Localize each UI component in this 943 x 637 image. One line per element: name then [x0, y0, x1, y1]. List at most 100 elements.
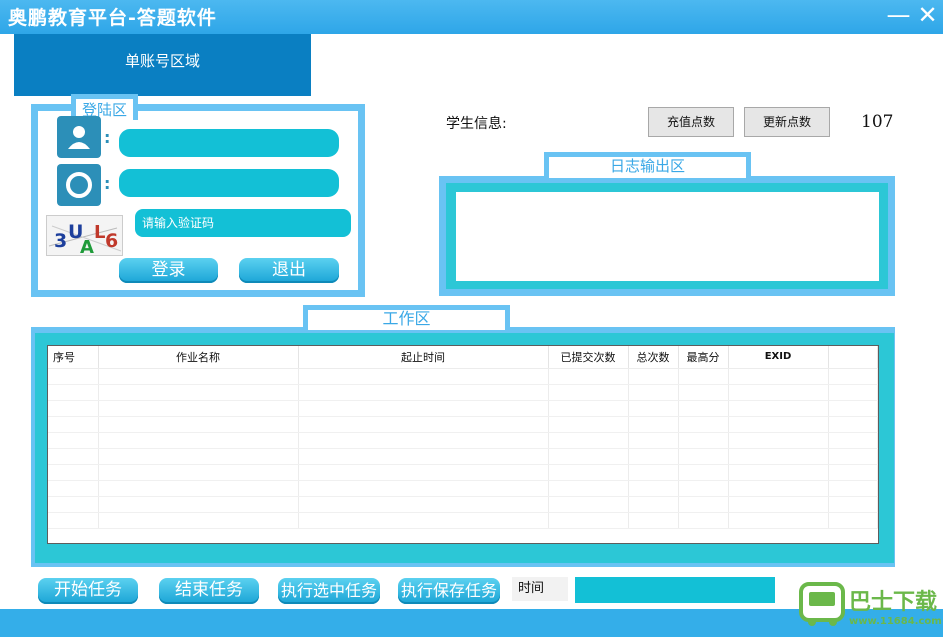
table-cell	[728, 384, 829, 401]
close-button[interactable]: ✕	[913, 0, 942, 32]
table-cell	[678, 432, 729, 449]
table-cell	[98, 512, 299, 529]
table-cell	[548, 432, 629, 449]
table-cell	[98, 432, 299, 449]
column-header[interactable]: EXID	[728, 346, 829, 369]
captcha-input[interactable]: 请输入验证码	[135, 209, 351, 237]
table-cell	[48, 368, 99, 385]
username-colon: :	[104, 128, 111, 147]
table-cell	[548, 480, 629, 497]
work-panel-title: 工作区	[303, 305, 510, 330]
table-row[interactable]	[48, 400, 878, 417]
table-cell	[628, 480, 679, 497]
table-row[interactable]	[48, 512, 878, 529]
table-cell	[548, 448, 629, 465]
table-cell	[48, 512, 99, 529]
table-cell	[678, 448, 729, 465]
table-row[interactable]	[48, 480, 878, 497]
table-cell	[728, 448, 829, 465]
table-cell	[98, 496, 299, 513]
login-button[interactable]: 登录	[119, 258, 218, 283]
minimize-button[interactable]: —	[884, 0, 913, 32]
run-selected-task-button[interactable]: 执行选中任务	[278, 578, 380, 604]
student-info-label: 学生信息:	[446, 116, 507, 132]
points-value: 107	[861, 112, 894, 132]
table-cell	[828, 480, 878, 497]
table-cell	[628, 400, 679, 417]
table-row[interactable]	[48, 416, 878, 433]
column-header[interactable]: 作业名称	[98, 346, 299, 369]
table-cell	[728, 416, 829, 433]
log-panel-title: 日志输出区	[544, 152, 751, 178]
table-cell	[48, 416, 99, 433]
column-header[interactable]: 总次数	[628, 346, 679, 369]
refresh-points-button[interactable]: 更新点数	[744, 107, 830, 137]
captcha-image[interactable]: 3 U A L 6	[46, 215, 123, 258]
table-cell	[548, 496, 629, 513]
table-cell	[678, 368, 729, 385]
start-task-button[interactable]: 开始任务	[38, 578, 138, 604]
table-row[interactable]	[48, 384, 878, 401]
run-saved-task-button[interactable]: 执行保存任务	[398, 578, 500, 604]
table-row[interactable]	[48, 464, 878, 481]
table-cell	[98, 400, 299, 417]
table-cell	[728, 432, 829, 449]
table-cell	[828, 368, 878, 385]
column-header[interactable]	[828, 346, 878, 369]
column-header[interactable]: 序号	[48, 346, 99, 369]
table-cell	[48, 496, 99, 513]
table-cell	[628, 496, 679, 513]
table-row[interactable]	[48, 496, 878, 513]
table-row[interactable]	[48, 368, 878, 385]
table-cell	[828, 496, 878, 513]
svg-text:3: 3	[54, 230, 67, 252]
log-output	[456, 192, 879, 281]
time-label: 时间	[512, 577, 568, 601]
table-cell	[628, 512, 679, 529]
table-cell	[678, 512, 729, 529]
table-cell	[298, 368, 549, 385]
table-cell	[98, 480, 299, 497]
table-cell	[628, 448, 679, 465]
logout-button[interactable]: 退出	[239, 258, 339, 283]
table-cell	[48, 432, 99, 449]
table-cell	[548, 416, 629, 433]
table-cell	[828, 416, 878, 433]
table-cell	[298, 448, 549, 465]
table-cell	[48, 448, 99, 465]
table-cell	[298, 496, 549, 513]
recharge-button[interactable]: 充值点数	[648, 107, 734, 137]
table-cell	[548, 464, 629, 481]
table-cell	[48, 464, 99, 481]
table-cell	[678, 464, 729, 481]
table-cell	[728, 496, 829, 513]
watermark-url: www.11684.com	[849, 616, 942, 627]
table-cell	[298, 464, 549, 481]
table-cell	[828, 512, 878, 529]
table-cell	[628, 416, 679, 433]
task-table: 序号 作业名称 起止时间 已提交次数 总次数 最高分 EXID	[47, 345, 879, 544]
table-cell	[548, 368, 629, 385]
user-icon	[57, 116, 101, 158]
table-row[interactable]	[48, 448, 878, 465]
column-header[interactable]: 起止时间	[298, 346, 549, 369]
username-input[interactable]	[119, 129, 339, 157]
table-cell	[828, 432, 878, 449]
table-cell	[298, 384, 549, 401]
column-header[interactable]: 已提交次数	[548, 346, 629, 369]
time-field[interactable]	[575, 577, 775, 603]
column-header[interactable]: 最高分	[678, 346, 729, 369]
table-cell	[828, 384, 878, 401]
password-input[interactable]	[119, 169, 339, 197]
watermark-text: 巴士下载	[849, 590, 938, 615]
table-cell	[678, 480, 729, 497]
svg-text:A: A	[80, 237, 94, 257]
svg-text:L: L	[94, 222, 105, 243]
table-cell	[728, 464, 829, 481]
table-row[interactable]	[48, 432, 878, 449]
table-cell	[298, 512, 549, 529]
table-cell	[548, 400, 629, 417]
end-task-button[interactable]: 结束任务	[159, 578, 259, 604]
single-account-tab[interactable]: 单账号区域	[14, 34, 311, 96]
table-cell	[628, 464, 679, 481]
